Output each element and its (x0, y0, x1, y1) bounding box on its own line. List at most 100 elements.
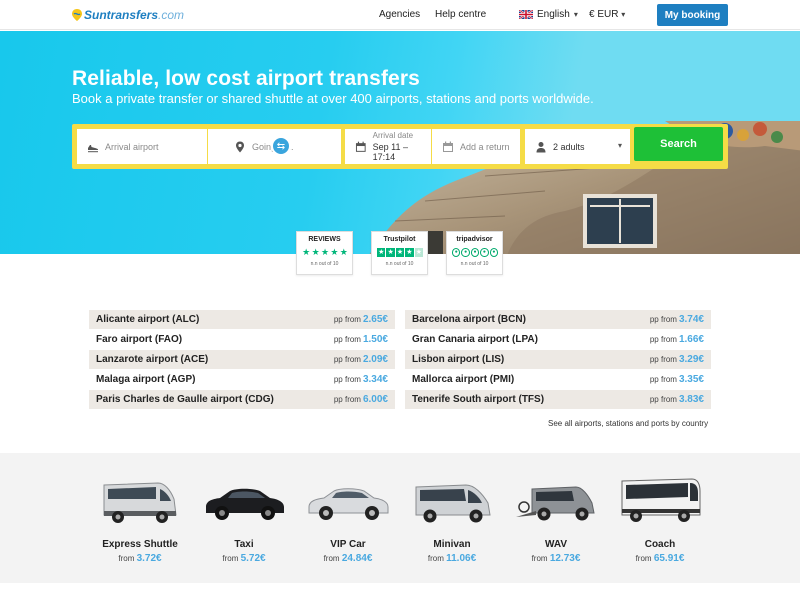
vehicle-from-label: from (531, 554, 548, 563)
logo-brand-text: Suntransfers (84, 8, 159, 22)
airport-price: 1.50€ (362, 334, 388, 345)
airport-price: 3.83€ (678, 394, 704, 405)
vehicle-name: Coach (644, 539, 676, 550)
vehicle-price-value: 24.84€ (341, 553, 373, 564)
trustpilot-badge-name: Trustpilot (383, 236, 416, 243)
pp-from-label: pp from (649, 335, 677, 344)
vehicle-price: from 24.84€ (296, 553, 400, 564)
airport-row[interactable]: Mallorca airport (PMI) pp from 3.35€ (405, 370, 711, 389)
vehicle-name: Taxi (234, 539, 254, 550)
vehicle-card-vip-car[interactable]: VIP Car from 24.84€ (296, 471, 400, 581)
pp-from-label: pp from (333, 355, 361, 364)
tripadvisor-badge[interactable]: tripadvisor ● ● ● ● ● n.n out of 10 (446, 231, 503, 275)
map-pin-icon (236, 141, 244, 152)
airport-row[interactable]: Faro airport (FAO) pp from 1.50€ (89, 330, 395, 349)
airport-name: Malaga airport (AGP) (96, 374, 196, 385)
calendar-icon (355, 141, 366, 152)
pp-from-label: pp from (649, 375, 677, 384)
pp-from-label: pp from (333, 375, 361, 384)
vehicle-price: from 65.91€ (608, 553, 712, 564)
vehicle-price: from 3.72€ (88, 553, 192, 564)
hero-subtitle: Book a private transfer or shared shuttl… (72, 91, 594, 106)
vehicle-from-label: from (222, 554, 239, 563)
pp-from-label: pp from (333, 395, 361, 404)
airport-price: 3.34€ (362, 374, 388, 385)
airport-name: Lisbon airport (LIS) (412, 354, 505, 365)
bubble-rating-icon: ● ● ● ● ● (452, 248, 499, 258)
vehicle-price-value: 11.06€ (446, 553, 477, 564)
star-rating-icon: ★ ★ ★ ★ ★ (377, 248, 424, 257)
tripadvisor-badge-name: tripadvisor (456, 236, 493, 243)
nav-link-help-centre[interactable]: Help centre (435, 9, 486, 20)
chevron-down-icon: ▾ (621, 10, 626, 19)
vehicle-price-value: 3.72€ (136, 553, 162, 564)
search-form: Arrival airport Going to... ⇆ Arrival da… (72, 124, 728, 169)
reviews-badge-score: n.n out of 10 (310, 261, 339, 267)
vehicle-from-label: from (635, 554, 652, 563)
sun-logo-icon (72, 9, 82, 21)
airport-price: 3.29€ (678, 354, 704, 365)
airport-name: Tenerife South airport (TFS) (412, 394, 545, 405)
airport-row[interactable]: Barcelona airport (BCN) pp from 3.74€ (405, 310, 711, 329)
vehicle-card-express-shuttle[interactable]: Express Shuttle from 3.72€ (88, 471, 192, 581)
return-date-placeholder: Add a return (460, 141, 510, 152)
passengers-value: 2 adults (553, 141, 585, 152)
airport-row[interactable]: Tenerife South airport (TFS) pp from 3.83… (405, 390, 711, 409)
see-all-airports-link[interactable]: See all airports, stations and ports by … (548, 419, 708, 428)
plane-landing-icon (88, 144, 98, 152)
airport-row[interactable]: Alicante airport (ALC) pp from 2.65€ (89, 310, 395, 329)
arrival-date-field[interactable]: Arrival date Sep 11 – 17:14 (345, 129, 431, 164)
swap-locations-icon[interactable]: ⇆ (271, 136, 291, 156)
airport-row[interactable]: Lanzarote airport (ACE) pp from 2.09€ (89, 350, 395, 369)
uk-flag-icon (519, 10, 533, 19)
airport-price: 2.09€ (362, 354, 388, 365)
reviews-badge[interactable]: REVIEWS ★ ★ ★ ★ ★ n.n out of 10 (296, 231, 353, 275)
vehicle-card-taxi[interactable]: Taxi from 5.72€ (192, 471, 296, 581)
vehicle-name: VIP Car (330, 539, 366, 550)
trustpilot-badge[interactable]: Trustpilot ★ ★ ★ ★ ★ n.n out of 10 (371, 231, 428, 275)
arrival-airport-field[interactable]: Arrival airport (77, 129, 207, 164)
my-booking-button[interactable]: My booking (657, 4, 728, 26)
vehicle-types-section: Express Shuttle from 3.72€ Taxi from 5.7… (0, 453, 800, 583)
minivan-icon (415, 484, 491, 523)
minibus-icon (103, 482, 177, 523)
airport-row[interactable]: Paris Charles de Gaulle airport (CDG) pp… (89, 390, 395, 409)
top-navigation-bar: Suntransfers .com Agencies Help centre E… (0, 0, 800, 30)
language-selector[interactable]: English ▾ (519, 9, 578, 20)
return-date-field[interactable]: Add a return (432, 129, 520, 164)
taxi-car-icon (206, 488, 284, 520)
chevron-down-icon: ▾ (617, 141, 622, 150)
passengers-select[interactable]: 2 adults ▾ (525, 129, 630, 164)
vehicle-from-label: from (427, 554, 444, 563)
vehicle-name: Minivan (433, 539, 471, 550)
airport-price: 3.35€ (678, 374, 704, 385)
pp-from-label: pp from (333, 315, 361, 324)
vip-car-icon (308, 488, 389, 520)
arrival-airport-placeholder: Arrival airport (105, 141, 159, 152)
airport-row[interactable]: Gran Canaria airport (LPA) pp from 1.66€ (405, 330, 711, 349)
airport-name: Paris Charles de Gaulle airport (CDG) (96, 394, 274, 405)
airport-price: 3.74€ (678, 314, 704, 325)
vehicle-name: Express Shuttle (102, 539, 178, 550)
vehicle-name: WAV (544, 539, 568, 550)
vehicle-card-minivan[interactable]: Minivan from 11.06€ (400, 471, 504, 581)
currency-selector[interactable]: € EUR ▾ (589, 9, 625, 20)
search-button[interactable]: Search (634, 127, 723, 161)
language-label: English (537, 9, 570, 20)
vehicle-card-coach[interactable]: Coach from 65.91€ (608, 471, 712, 581)
vehicle-from-label: from (118, 554, 135, 563)
wheelchair-van-icon (516, 486, 595, 521)
chevron-down-icon: ▾ (573, 10, 578, 19)
nav-link-agencies[interactable]: Agencies (379, 9, 420, 20)
airport-row[interactable]: Lisbon airport (LIS) pp from 3.29€ (405, 350, 711, 369)
vehicle-from-label: from (323, 554, 340, 563)
vehicle-card-wav[interactable]: WAV from 12.73€ (504, 471, 608, 581)
airport-row[interactable]: Malaga airport (AGP) pp from 3.34€ (89, 370, 395, 389)
currency-label: € EUR (589, 9, 619, 20)
suntransfers-logo[interactable]: Suntransfers .com (72, 8, 184, 22)
calendar-icon (443, 141, 453, 152)
hero-title: Reliable, low cost airport transfers (72, 67, 420, 90)
pp-from-label: pp from (649, 315, 677, 324)
pp-from-label: pp from (649, 355, 677, 364)
trustpilot-badge-score: n.n out of 10 (385, 261, 414, 267)
